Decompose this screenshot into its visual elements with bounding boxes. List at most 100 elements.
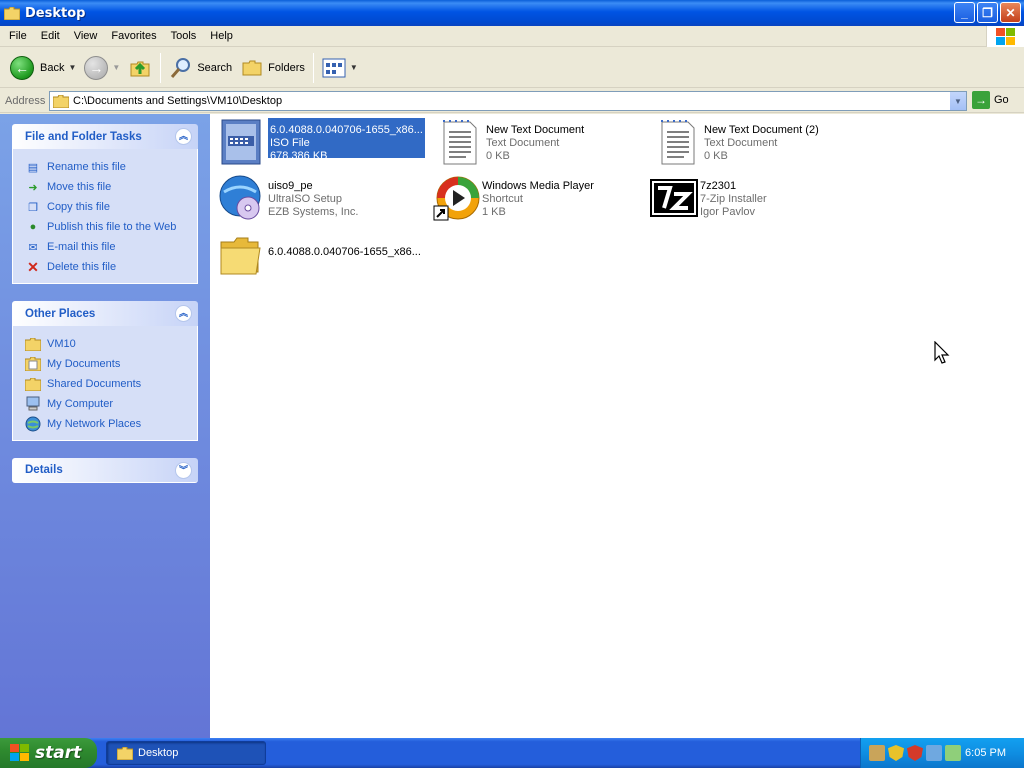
move-icon: ➜	[28, 181, 38, 194]
task-rename[interactable]: ▤ Rename this file	[25, 157, 197, 177]
security-shield-icon[interactable]	[888, 745, 904, 761]
file-name: 7z2301	[700, 180, 737, 192]
file-meta: 7z2301 7-Zip Installer Igor Pavlov	[700, 174, 767, 226]
delete-icon: ✕	[27, 258, 39, 275]
panel-header[interactable]: Other Places ︽	[12, 301, 198, 326]
task-label: Publish this file to the Web	[47, 221, 177, 233]
panel-title: Other Places	[25, 307, 96, 320]
address-input[interactable]: C:\Documents and Settings\VM10\Desktop ▼	[49, 91, 967, 111]
details-panel: Details ︾	[12, 458, 198, 483]
collapse-icon[interactable]: ︽	[175, 128, 192, 145]
folders-label: Folders	[268, 61, 305, 74]
panel-header[interactable]: File and Folder Tasks ︽	[12, 124, 198, 149]
copy-icon: ❐	[28, 201, 38, 214]
place-label: My Documents	[47, 358, 121, 370]
place-shared-documents[interactable]: Shared Documents	[25, 374, 197, 394]
task-delete[interactable]: ✕ Delete this file	[25, 257, 197, 277]
my-documents-icon	[25, 356, 41, 372]
address-dropdown-button[interactable]: ▼	[949, 92, 966, 110]
mouse-cursor-icon	[934, 341, 950, 364]
file-name: New Text Document	[486, 124, 585, 136]
taskbar-button-desktop[interactable]: Desktop	[106, 741, 266, 765]
file-item[interactable]: 6.0.4088.0.040706-1655_x86... ISO File 6…	[218, 118, 433, 170]
task-label: E-mail this file	[47, 241, 116, 253]
folder-icon	[117, 746, 133, 760]
toolbar-separator	[160, 52, 162, 83]
menu-bar: File Edit View Favorites Tools Help	[0, 26, 1024, 47]
chevron-down-icon[interactable]: ▼	[68, 63, 76, 72]
file-item[interactable]: uiso9_pe UltraISO Setup EZB Systems, Inc…	[218, 174, 433, 226]
start-button[interactable]: start	[0, 738, 97, 768]
file-size: 0 KB	[486, 150, 510, 162]
file-item[interactable]: Windows Media Player Shortcut 1 KB	[432, 174, 647, 226]
text-document-icon	[654, 118, 702, 166]
iso-file-icon	[218, 118, 266, 166]
file-publisher: EZB Systems, Inc.	[268, 206, 359, 218]
search-button[interactable]: Search	[165, 51, 236, 85]
menu-tools[interactable]: Tools	[164, 30, 204, 42]
menu-file[interactable]: File	[0, 30, 34, 42]
file-type: UltraISO Setup	[268, 193, 342, 205]
forward-button[interactable]: → ▼	[80, 51, 124, 85]
windows-logo-icon	[986, 26, 1024, 47]
go-button[interactable]: → Go	[972, 91, 1009, 109]
place-my-documents[interactable]: My Documents	[25, 354, 197, 374]
file-publisher: Igor Pavlov	[700, 206, 756, 218]
7zip-icon	[650, 174, 698, 222]
system-tray: 6:05 PM	[860, 738, 1024, 768]
task-move[interactable]: ➜ Move this file	[25, 177, 197, 197]
chevron-down-icon[interactable]: ▼	[350, 63, 358, 72]
file-item[interactable]: 7z2301 7-Zip Installer Igor Pavlov	[650, 174, 865, 226]
minimize-button[interactable]: _	[954, 2, 975, 23]
place-label: My Network Places	[47, 418, 142, 430]
ultraiso-setup-icon	[218, 174, 266, 222]
task-copy[interactable]: ❐ Copy this file	[25, 197, 197, 217]
safely-remove-icon[interactable]	[945, 745, 961, 761]
menu-edit[interactable]: Edit	[34, 30, 67, 42]
collapse-icon[interactable]: ︽	[175, 305, 192, 322]
back-button[interactable]: ← Back ▼	[6, 51, 80, 85]
task-email[interactable]: ✉ E-mail this file	[25, 237, 197, 257]
place-my-computer[interactable]: My Computer	[25, 394, 197, 414]
media-player-icon	[432, 174, 480, 222]
file-item[interactable]: New Text Document Text Document 0 KB	[436, 118, 651, 170]
menu-favorites[interactable]: Favorites	[104, 30, 163, 42]
file-type: 7-Zip Installer	[700, 193, 767, 205]
file-size: 0 KB	[704, 150, 728, 162]
network-icon[interactable]	[926, 745, 942, 761]
windows-flag-icon	[10, 744, 29, 761]
file-size: 678,386 KB	[270, 150, 328, 162]
close-button[interactable]: ✕	[1000, 2, 1021, 23]
place-vm10[interactable]: VM10	[25, 334, 197, 354]
shared-folder-icon	[25, 376, 41, 392]
title-bar[interactable]: Desktop _ ❐ ✕	[0, 0, 1024, 26]
folders-button[interactable]: Folders	[236, 51, 309, 85]
file-meta: New Text Document (2) Text Document 0 KB	[704, 118, 819, 170]
security-alert-icon[interactable]	[907, 745, 923, 761]
up-folder-button[interactable]	[124, 51, 156, 85]
task-publish[interactable]: ● Publish this file to the Web	[25, 217, 197, 237]
explorer-window: Desktop _ ❐ ✕ File Edit View Favorites T…	[0, 0, 1024, 738]
menu-help[interactable]: Help	[203, 30, 240, 42]
file-view[interactable]: 6.0.4088.0.040706-1655_x86... ISO File 6…	[210, 114, 1024, 738]
menu-view[interactable]: View	[67, 30, 105, 42]
expand-icon[interactable]: ︾	[175, 462, 192, 479]
forward-arrow-icon: →	[84, 55, 109, 80]
search-label: Search	[197, 61, 233, 74]
place-my-network[interactable]: My Network Places	[25, 414, 197, 434]
tray-tools-icon[interactable]	[869, 745, 885, 761]
task-label: Copy this file	[47, 201, 110, 213]
folder-item[interactable]: 6.0.4088.0.040706-1655_x86...	[218, 232, 433, 284]
task-label: Move this file	[47, 181, 112, 193]
folder-icon	[4, 6, 20, 20]
views-button[interactable]: ▼	[318, 51, 362, 85]
search-icon	[171, 57, 191, 78]
address-bar: Address C:\Documents and Settings\VM10\D…	[0, 89, 1024, 113]
chevron-down-icon[interactable]: ▼	[112, 63, 120, 72]
file-item[interactable]: New Text Document (2) Text Document 0 KB	[654, 118, 869, 170]
clock[interactable]: 6:05 PM	[965, 747, 1006, 759]
file-name: 6.0.4088.0.040706-1655_x86...	[270, 124, 423, 136]
file-size: 1 KB	[482, 206, 506, 218]
maximize-button[interactable]: ❐	[977, 2, 998, 23]
panel-header[interactable]: Details ︾	[12, 458, 198, 483]
